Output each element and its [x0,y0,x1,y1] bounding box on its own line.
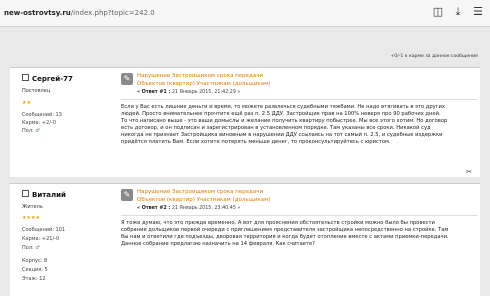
post-icon: ✎ [121,189,133,201]
download-icon[interactable]: ⤓ [452,6,464,18]
author-gender: Пол: ♂ [22,245,40,251]
post-title-line2[interactable]: Объектов (квартир) Участникам (дольщикам… [137,81,270,87]
author-building: Корпус: 8 [22,258,48,264]
post-text-line: людей. Просто внимательнее прочтите ещё … [121,111,441,118]
forum-post: Виталий Житель ★★★★ Сообщений: 101 Карма… [10,183,480,296]
author-name-text: Сергей-77 [32,75,73,83]
post-icon: ✎ [121,73,133,85]
gender-label: Пол: [22,128,34,134]
post-text-line: бы нам и ответили где подъезды, дворовая… [121,234,449,241]
author-messages-count: Сообщений: 13 [22,112,62,118]
author-karma: Карма: +2/-0 [22,120,56,126]
karma-label: Карма: [22,120,41,126]
page-content: +0/-1 к карме за данное сообщение Сергей… [0,27,490,296]
rank-stars: ★★★★ [22,215,40,221]
gender-label: Пол: [22,245,34,251]
karma-note: +0/-1 к карме за данное сообщение [390,54,478,59]
post-date: 21 Январь 2015, 21:42:29 » [171,90,241,95]
post-meta: « Ответ #1 : 21 Январь 2015, 21:42:29 » [137,90,240,95]
offline-status-icon [22,190,29,197]
reader-view-icon[interactable]: ◫ [432,6,444,18]
url-path: /index.php?topic=242.0 [70,9,155,17]
post-meta: « Ответ #2 : 21 Январь 2015, 23:40:45 » [137,206,240,211]
forum-post: Сергей-77 Постоялец ★★ Сообщений: 13 Кар… [10,67,480,177]
karma-value: +2/-0 [41,120,56,126]
post-date: 21 Январь 2015, 23:40:45 » [171,206,241,211]
post-text-line: придётся платить Вам. Если хотите потеря… [121,139,391,146]
author-name-text: Виталий [32,191,66,199]
url-domain: new-ostrovtsy.ru [4,9,71,17]
post-title-line1[interactable]: Нарушение Застройщиком срока передачи [137,73,263,79]
karma-label: Карма: [22,236,41,242]
answer-number: « Ответ #1 : [137,90,171,95]
menu-icon[interactable]: ☰ [472,6,484,18]
author-karma: Карма: +21/-0 [22,236,59,242]
author-floor: Этаж: 12 [22,276,46,282]
author-rank: Постоялец [22,88,51,94]
author-gender: Пол: ♂ [22,128,40,134]
karma-value: +21/-0 [41,236,60,242]
author-name[interactable]: Виталий [22,190,66,199]
offline-status-icon [22,74,29,81]
author-messages-count: Сообщений: 101 [22,227,66,233]
post-body: Если у Вас есть лишние деньги и время, т… [121,104,481,147]
male-icon: ♂ [35,245,40,251]
author-rank: Житель [22,204,43,210]
post-divider [121,215,477,216]
answer-number: « Ответ #2 : [137,206,171,211]
post-body: Я тоже думаю, что это прежде временно. А… [121,220,481,248]
post-divider [121,99,477,100]
male-icon: ♂ [35,128,40,134]
post-title-line2[interactable]: Объектов (квартир) Участникам (дольщикам… [137,197,270,203]
quote-icon[interactable]: ✂ [466,168,472,176]
rank-stars: ★★ [22,100,31,106]
post-title-line1[interactable]: Нарушение Застройщиком срока передачи [137,189,263,195]
author-section: Секция: 5 [22,267,48,273]
post-text-line: Данное собрание предлагаю назначить на 1… [121,241,315,248]
url-text[interactable]: new-ostrovtsy.ru/index.php?topic=242.0 [4,9,155,17]
author-name[interactable]: Сергей-77 [22,74,73,83]
post-text-line: собрание дольщиков первой очереди с приг… [121,227,449,234]
browser-address-bar[interactable]: new-ostrovtsy.ru/index.php?topic=242.0 ◫… [0,0,490,27]
